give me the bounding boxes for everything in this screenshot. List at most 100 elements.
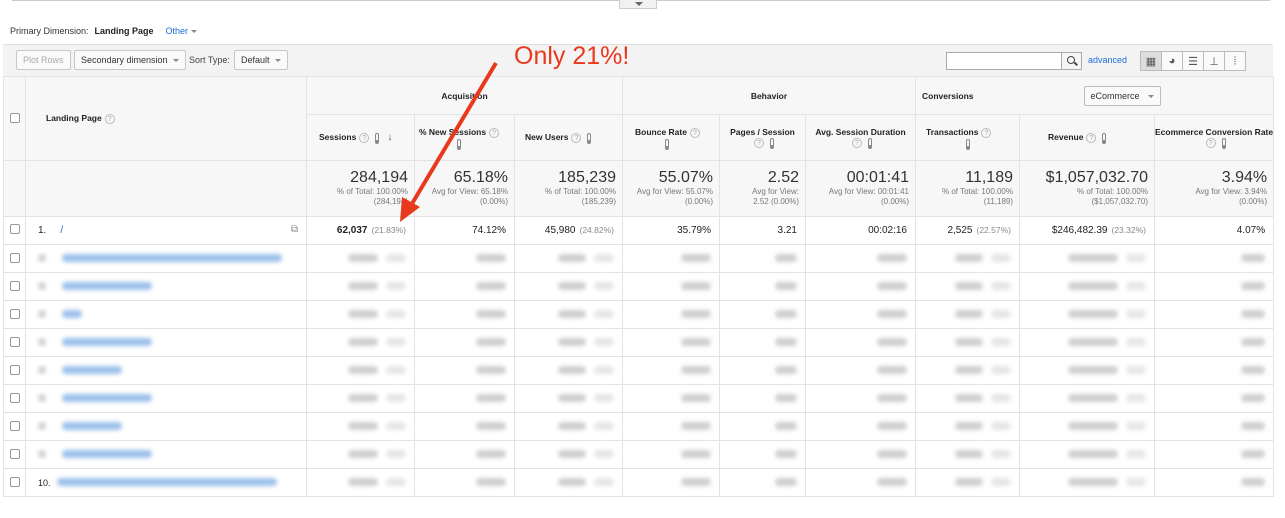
thermometer-icon [375, 133, 380, 145]
help-icon[interactable]: ? [359, 132, 370, 143]
row-metric-cell [514, 272, 623, 301]
sessions-header[interactable]: Sessions? ↓ [306, 114, 415, 161]
pie-view-icon[interactable]: ◕ [1161, 51, 1183, 71]
conversion-type-select[interactable]: eCommerce [1083, 85, 1161, 106]
row-checkbox[interactable] [9, 476, 20, 487]
collapse-chart-handle[interactable] [619, 0, 657, 9]
plot-rows-button[interactable]: Plot Rows [16, 50, 71, 70]
help-icon[interactable]: ? [689, 127, 700, 138]
row-checkbox[interactable] [9, 336, 20, 347]
comparison-view-icon[interactable]: ⊥ [1203, 51, 1225, 71]
help-icon[interactable]: ? [1205, 137, 1216, 148]
redacted-value [877, 365, 907, 374]
row-metric-cell [719, 412, 806, 441]
row-checkbox-cell[interactable] [3, 468, 26, 497]
row-checkbox[interactable] [9, 420, 20, 431]
redacted-value [1241, 253, 1266, 262]
row-page-link[interactable] [62, 449, 152, 458]
help-icon[interactable]: ? [754, 137, 764, 148]
row-checkbox[interactable] [9, 392, 20, 403]
row-ecomm-rate: 4.07% [1153, 216, 1275, 245]
row-page-link[interactable] [62, 337, 152, 346]
row-metric-cell [514, 468, 623, 497]
table-view-icon[interactable]: ▦ [1140, 51, 1162, 71]
redacted-value [1068, 421, 1118, 430]
row-metric-cell [306, 272, 415, 301]
row-page-link[interactable]: / [60, 225, 63, 236]
advanced-filter-link[interactable]: advanced [1088, 55, 1127, 65]
help-icon[interactable]: ? [1086, 132, 1097, 143]
row-checkbox[interactable] [9, 448, 20, 459]
row-page-link[interactable] [56, 477, 277, 486]
row-page-link[interactable] [62, 281, 152, 290]
row-landing-page [25, 412, 307, 441]
bounce-rate-header[interactable]: Bounce Rate? [622, 114, 720, 161]
help-icon[interactable]: ? [981, 127, 992, 138]
avg-duration-header[interactable]: Avg. Session Duration? [805, 114, 916, 161]
help-icon[interactable]: ? [852, 137, 862, 148]
help-icon[interactable]: ? [489, 127, 500, 138]
help-icon[interactable]: ? [571, 132, 582, 143]
transactions-header[interactable]: Transactions? [915, 114, 1020, 161]
redacted-value [1068, 281, 1118, 290]
select-all-cell[interactable] [3, 76, 26, 161]
new-users-header-label: New Users [525, 132, 569, 143]
row-checkbox[interactable] [9, 308, 20, 319]
row-checkbox-cell[interactable] [3, 272, 26, 301]
row-landing-page: 10. [25, 468, 307, 497]
pivot-view-icon[interactable]: ⦙ [1224, 51, 1246, 71]
totals-avg-duration-diff: (0.00%) [880, 197, 909, 206]
row-checkbox[interactable] [9, 364, 20, 375]
row-landing-page [25, 328, 307, 357]
new-users-header[interactable]: New Users? [514, 114, 623, 161]
ecomm-rate-header[interactable]: Ecommerce Conversion Rate? [1153, 114, 1275, 161]
row-checkbox-cell[interactable] [3, 216, 26, 245]
open-page-icon[interactable]: ⧉ [291, 224, 298, 235]
row-checkbox-cell[interactable] [3, 384, 26, 413]
totals-revenue-value: $1,057,032.70 [1045, 169, 1148, 186]
performance-view-icon[interactable]: ☰ [1182, 51, 1204, 71]
row-checkbox-cell[interactable] [3, 244, 26, 273]
row-index [38, 365, 46, 374]
row-checkbox-cell[interactable] [3, 412, 26, 441]
chevron-down-icon [275, 59, 281, 62]
redacted-value [386, 365, 406, 374]
landing-page-header[interactable]: Landing Page? [25, 76, 307, 161]
totals-revenue-abs: ($1,057,032.70) [1091, 197, 1149, 206]
row-page-link[interactable] [62, 421, 122, 430]
secondary-dimension-select[interactable]: Secondary dimension [74, 50, 186, 70]
new-sessions-header[interactable]: % New Sessions? [414, 114, 515, 161]
row-checkbox[interactable] [9, 280, 20, 291]
row-page-link[interactable] [62, 253, 282, 262]
dimension-landing-page[interactable]: Landing Page [95, 26, 154, 36]
row-metric-cell [1019, 272, 1155, 301]
row-checkbox-cell[interactable] [3, 356, 26, 385]
totals-new-sessions: 65.18% Avg for View: 65.18% (0.00%) [414, 160, 515, 217]
row-checkbox[interactable] [9, 224, 20, 234]
row-checkbox-cell[interactable] [3, 328, 26, 357]
new-sessions-header-label: % New Sessions [419, 127, 487, 137]
help-icon[interactable]: ? [104, 113, 115, 124]
select-all-checkbox[interactable] [9, 112, 20, 123]
redacted-value [594, 421, 614, 430]
revenue-header[interactable]: Revenue? [1019, 114, 1155, 161]
search-icon[interactable] [1061, 53, 1081, 69]
row-checkbox[interactable] [9, 252, 20, 263]
sort-type-select[interactable]: Default [234, 50, 288, 70]
redacted-value [775, 449, 797, 458]
row-metric-cell [306, 468, 415, 497]
row-page-link[interactable] [62, 365, 122, 374]
redacted-value [991, 449, 1011, 458]
row-checkbox-cell[interactable] [3, 300, 26, 329]
row-page-link[interactable] [62, 309, 82, 318]
table-search-input[interactable] [946, 52, 1082, 70]
pages-session-header[interactable]: Pages / Session? [719, 114, 806, 161]
row-metric-cell [915, 356, 1020, 385]
redacted-value [681, 337, 711, 346]
dimension-other-dropdown[interactable]: Other [166, 26, 198, 36]
row-metric-cell [915, 328, 1020, 357]
row-metric-cell [719, 272, 806, 301]
row-page-link[interactable] [62, 393, 152, 402]
row-checkbox-cell[interactable] [3, 440, 26, 469]
sort-descending-icon[interactable]: ↓ [387, 132, 392, 143]
